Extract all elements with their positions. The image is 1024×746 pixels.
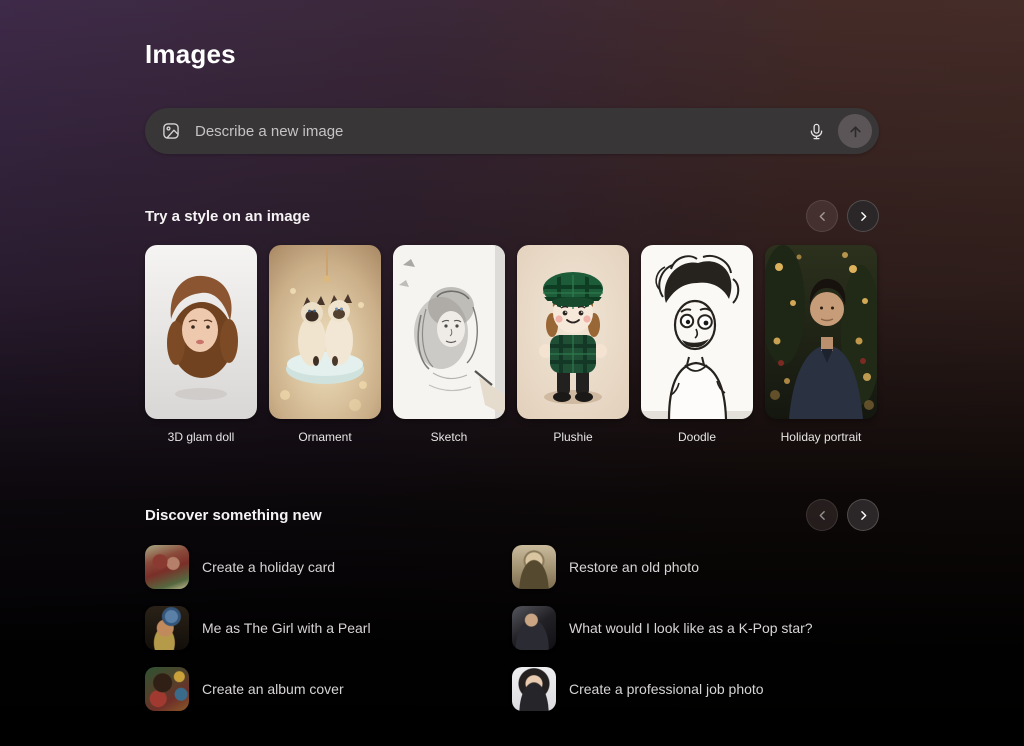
style-card-label: Ornament	[269, 430, 381, 444]
submit-button[interactable]	[838, 114, 872, 148]
image-prompt-bar[interactable]	[145, 108, 879, 154]
kpop-star-thumbnail	[512, 606, 556, 650]
discover-item-restore-old-photo[interactable]: Restore an old photo	[512, 545, 879, 589]
album-cover-thumbnail	[145, 667, 189, 711]
discover-next-button[interactable]	[847, 499, 879, 531]
style-card-row: 3D glam doll	[145, 245, 879, 444]
discover-item-album-cover[interactable]: Create an album cover	[145, 667, 512, 711]
style-card-sketch[interactable]: Sketch	[393, 245, 505, 444]
discover-prev-button[interactable]	[806, 499, 838, 531]
arrow-up-icon	[847, 123, 864, 140]
microphone-button[interactable]	[800, 115, 832, 147]
style-card-label: 3D glam doll	[145, 430, 257, 444]
style-card-3d-glam-doll[interactable]: 3D glam doll	[145, 245, 257, 444]
styles-next-button[interactable]	[847, 200, 879, 232]
style-card-label: Plushie	[517, 430, 629, 444]
3d-glam-doll-image	[145, 245, 257, 419]
microphone-icon	[807, 122, 826, 141]
chevron-left-icon	[816, 210, 829, 223]
discover-item-label: Me as The Girl with a Pearl	[202, 620, 371, 636]
chevron-right-icon	[857, 210, 870, 223]
discover-section-title: Discover something new	[145, 507, 322, 524]
holiday-card-thumbnail	[145, 545, 189, 589]
styles-prev-button[interactable]	[806, 200, 838, 232]
sketch-image	[393, 245, 505, 419]
discover-item-label: Create a professional job photo	[569, 681, 764, 697]
style-card-ornament[interactable]: Ornament	[269, 245, 381, 444]
chevron-right-icon	[857, 509, 870, 522]
discover-item-label: What would I look like as a K-Pop star?	[569, 620, 813, 636]
image-icon	[161, 121, 181, 141]
ornament-image	[269, 245, 381, 419]
chevron-left-icon	[816, 509, 829, 522]
discover-item-label: Create a holiday card	[202, 559, 335, 575]
discover-item-label: Restore an old photo	[569, 559, 699, 575]
doodle-image	[641, 245, 753, 419]
style-card-plushie[interactable]: Plushie	[517, 245, 629, 444]
styles-section: Try a style on an image	[145, 200, 879, 444]
discover-item-kpop-star[interactable]: What would I look like as a K-Pop star?	[512, 606, 879, 650]
style-card-label: Holiday portrait	[765, 430, 877, 444]
styles-section-title: Try a style on an image	[145, 208, 310, 225]
style-card-label: Sketch	[393, 430, 505, 444]
discover-item-professional-job-photo[interactable]: Create a professional job photo	[512, 667, 879, 711]
discover-item-holiday-card[interactable]: Create a holiday card	[145, 545, 512, 589]
images-page: Images	[145, 0, 879, 711]
girl-with-pearl-thumbnail	[145, 606, 189, 650]
discover-item-girl-with-pearl[interactable]: Me as The Girl with a Pearl	[145, 606, 512, 650]
holiday-portrait-image	[765, 245, 877, 419]
old-photo-thumbnail	[512, 545, 556, 589]
page-title: Images	[145, 39, 879, 70]
describe-image-input[interactable]	[195, 123, 800, 140]
style-card-doodle[interactable]: Doodle	[641, 245, 753, 444]
job-photo-thumbnail	[512, 667, 556, 711]
discover-section: Discover something new Create a holiday …	[145, 499, 879, 711]
plushie-image	[517, 245, 629, 419]
style-card-holiday-portrait[interactable]: Holiday portrait	[765, 245, 877, 444]
style-card-label: Doodle	[641, 430, 753, 444]
discover-item-label: Create an album cover	[202, 681, 344, 697]
discover-grid: Create a holiday card Me as The Girl wit…	[145, 545, 879, 711]
